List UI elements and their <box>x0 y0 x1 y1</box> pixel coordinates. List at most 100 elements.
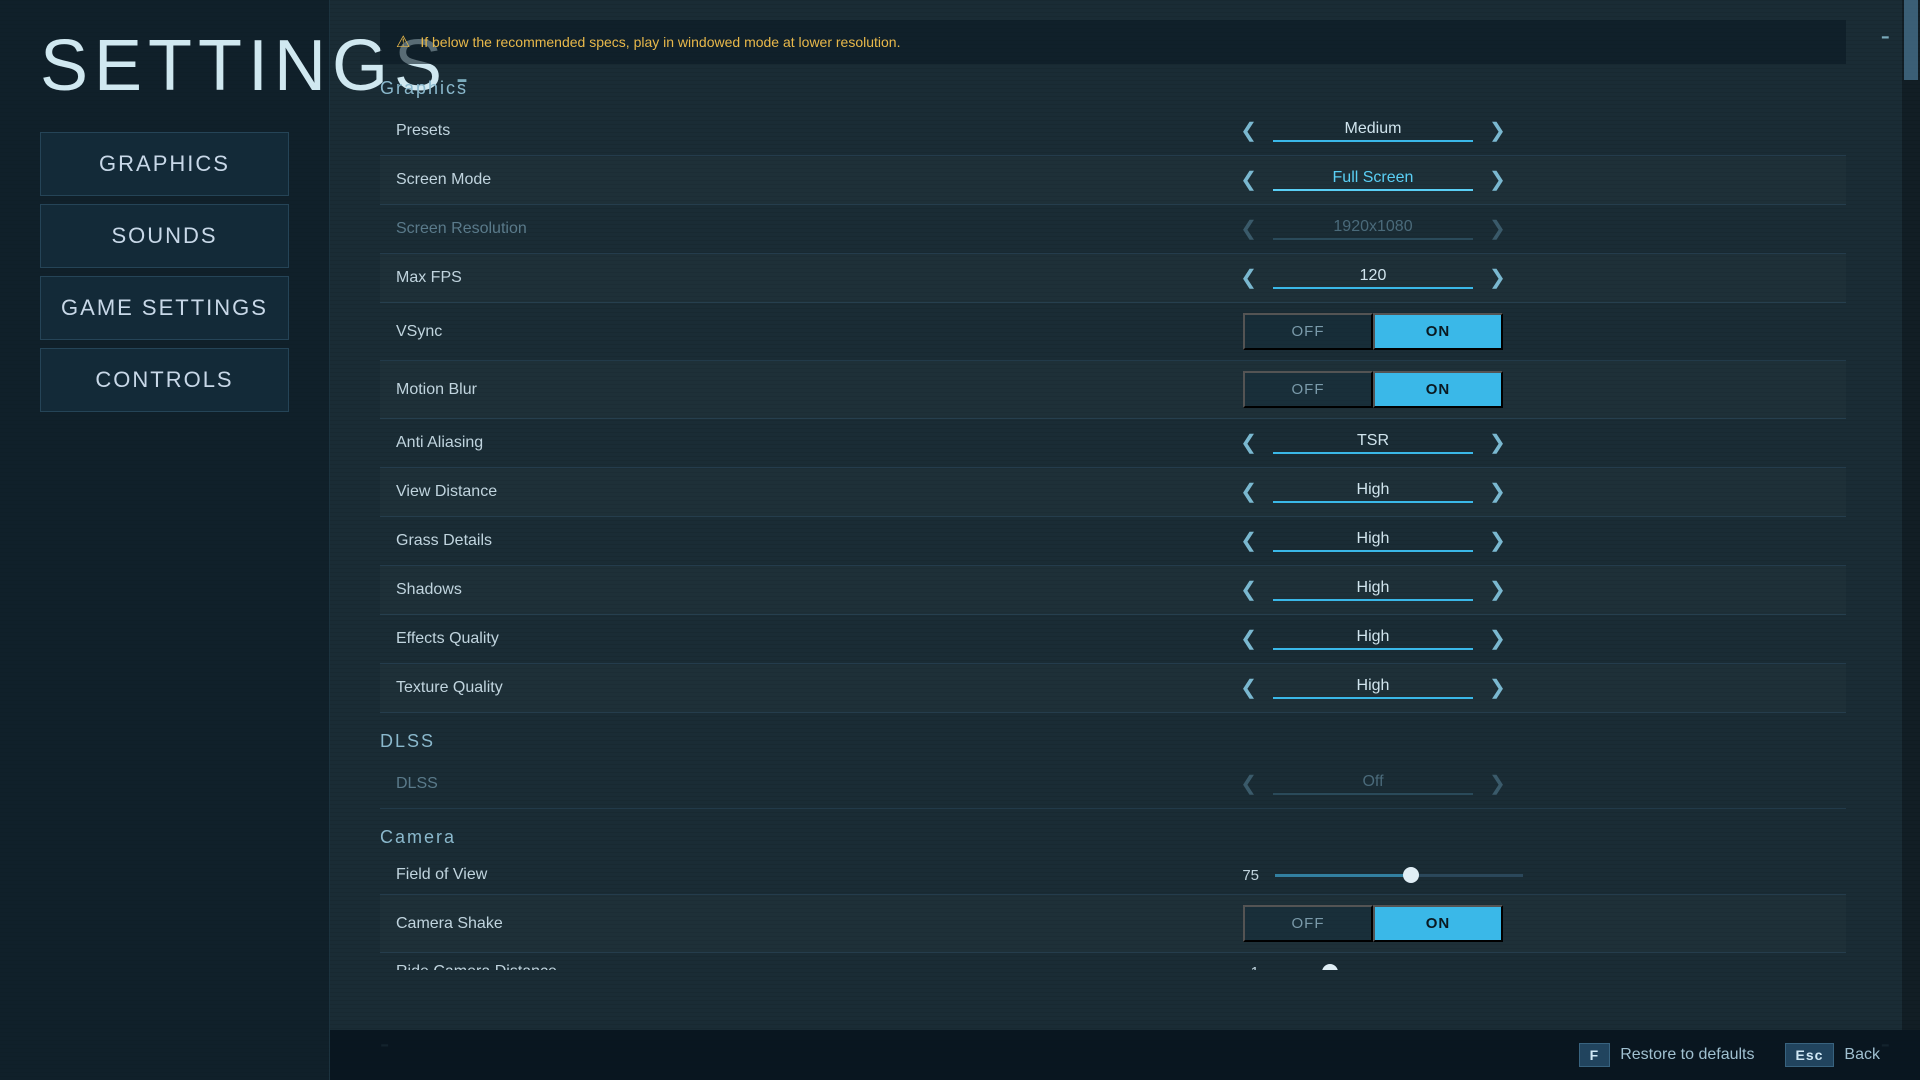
setting-value-shadows: High <box>1273 579 1473 601</box>
table-row: DLSS ❮ Off ❯ <box>380 760 1846 809</box>
fov-value: 75 <box>1223 867 1259 884</box>
sidebar-item-controls[interactable]: Controls <box>40 348 289 412</box>
toggle-off-motion-blur[interactable]: OFF <box>1243 371 1373 408</box>
arrow-right-max-fps[interactable]: ❯ <box>1481 264 1514 292</box>
setting-name-vsync: VSync <box>380 303 900 361</box>
sidebar-item-graphics[interactable]: Graphics <box>40 132 289 196</box>
arrow-left-screen-resolution: ❮ <box>1232 215 1265 243</box>
corner-decoration-tr: - <box>1881 20 1890 52</box>
setting-value-effects-quality: High <box>1273 628 1473 650</box>
setting-control-vsync: OFF ON <box>900 303 1846 361</box>
setting-name-anti-aliasing: Anti Aliasing <box>380 419 900 468</box>
fov-slider-track[interactable] <box>1275 874 1523 877</box>
toggle-on-camera-shake[interactable]: ON <box>1373 905 1503 942</box>
setting-name-effects-quality: Effects Quality <box>380 615 900 664</box>
sidebar: SETTINGS- Graphics Sounds Game Settings … <box>0 0 330 1080</box>
warning-text: If below the recommended specs, play in … <box>420 34 900 50</box>
setting-name-shadows: Shadows <box>380 566 900 615</box>
arrow-left-presets[interactable]: ❮ <box>1232 117 1265 145</box>
arrow-left-shadows[interactable]: ❮ <box>1232 576 1265 604</box>
toggle-off-vsync[interactable]: OFF <box>1243 313 1373 350</box>
section-header-dlss: DLSS <box>380 725 1846 758</box>
setting-name-screen-mode: Screen Mode <box>380 156 900 205</box>
arrow-right-screen-mode[interactable]: ❯ <box>1481 166 1514 194</box>
section-header-camera: Camera <box>380 821 1846 854</box>
restore-defaults-action[interactable]: F Restore to defaults <box>1579 1043 1755 1067</box>
setting-value-presets: Medium <box>1273 120 1473 142</box>
back-action[interactable]: Esc Back <box>1785 1043 1881 1067</box>
scrollbar[interactable] <box>1902 0 1920 1030</box>
toggle-on-vsync[interactable]: ON <box>1373 313 1503 350</box>
sidebar-item-game-settings[interactable]: Game Settings <box>40 276 289 340</box>
setting-control-screen-resolution: ❮ 1920x1080 ❯ <box>900 205 1846 254</box>
scroll-thumb[interactable] <box>1904 0 1918 80</box>
setting-control-fov: 75 <box>900 856 1846 895</box>
restore-defaults-label: Restore to defaults <box>1620 1046 1754 1064</box>
footer-bar: F Restore to defaults Esc Back <box>330 1030 1920 1080</box>
arrow-left-anti-aliasing[interactable]: ❮ <box>1232 429 1265 457</box>
setting-name-fov: Field of View <box>380 856 900 895</box>
arrow-left-view-distance[interactable]: ❮ <box>1232 478 1265 506</box>
table-row: Presets ❮ Medium ❯ <box>380 107 1846 156</box>
toggle-on-motion-blur[interactable]: ON <box>1373 371 1503 408</box>
setting-value-screen-mode: Full Screen <box>1273 169 1473 191</box>
table-row: Field of View 75 <box>380 856 1846 895</box>
setting-value-anti-aliasing: TSR <box>1273 432 1473 454</box>
settings-content: ⚠ If below the recommended specs, play i… <box>380 20 1870 970</box>
table-row: Shadows ❮ High ❯ <box>380 566 1846 615</box>
table-row: Effects Quality ❮ High ❯ <box>380 615 1846 664</box>
warning-icon: ⚠ <box>396 32 410 52</box>
arrow-right-shadows[interactable]: ❯ <box>1481 576 1514 604</box>
arrow-right-dlss: ❯ <box>1481 770 1514 798</box>
dlss-settings-table: DLSS ❮ Off ❯ <box>380 760 1846 809</box>
setting-name-texture-quality: Texture Quality <box>380 664 900 713</box>
ride-camera-value: 1 <box>1223 964 1259 971</box>
arrow-right-presets[interactable]: ❯ <box>1481 117 1514 145</box>
arrow-right-anti-aliasing[interactable]: ❯ <box>1481 429 1514 457</box>
table-row: View Distance ❮ High ❯ <box>380 468 1846 517</box>
warning-banner: ⚠ If below the recommended specs, play i… <box>380 20 1846 64</box>
setting-name-ride-camera-distance: Ride Camera Distance <box>380 953 900 971</box>
sidebar-item-sounds[interactable]: Sounds <box>40 204 289 268</box>
setting-value-max-fps: 120 <box>1273 267 1473 289</box>
setting-value-texture-quality: High <box>1273 677 1473 699</box>
setting-control-max-fps: ❮ 120 ❯ <box>900 254 1846 303</box>
setting-control-presets: ❮ Medium ❯ <box>900 107 1846 156</box>
setting-control-dlss: ❮ Off ❯ <box>900 760 1846 809</box>
table-row: Motion Blur OFF ON <box>380 361 1846 419</box>
toggle-off-camera-shake[interactable]: OFF <box>1243 905 1373 942</box>
setting-control-texture-quality: ❮ High ❯ <box>900 664 1846 713</box>
arrow-left-effects-quality[interactable]: ❮ <box>1232 625 1265 653</box>
camera-settings-table: Field of View 75 <box>380 856 1846 970</box>
arrow-left-max-fps[interactable]: ❮ <box>1232 264 1265 292</box>
arrow-right-effects-quality[interactable]: ❯ <box>1481 625 1514 653</box>
back-key-badge: Esc <box>1785 1043 1835 1067</box>
setting-control-grass-details: ❮ High ❯ <box>900 517 1846 566</box>
table-row: Screen Resolution ❮ 1920x1080 ❯ <box>380 205 1846 254</box>
setting-control-ride-camera-distance: 1 <box>900 953 1846 971</box>
setting-name-motion-blur: Motion Blur <box>380 361 900 419</box>
arrow-left-screen-mode[interactable]: ❮ <box>1232 166 1265 194</box>
arrow-left-dlss: ❮ <box>1232 770 1265 798</box>
arrow-left-texture-quality[interactable]: ❮ <box>1232 674 1265 702</box>
arrow-left-grass-details[interactable]: ❮ <box>1232 527 1265 555</box>
setting-name-grass-details: Grass Details <box>380 517 900 566</box>
setting-value-screen-resolution: 1920x1080 <box>1273 218 1473 240</box>
setting-name-dlss: DLSS <box>380 760 900 809</box>
arrow-right-grass-details[interactable]: ❯ <box>1481 527 1514 555</box>
table-row: Max FPS ❮ 120 ❯ <box>380 254 1846 303</box>
arrow-right-texture-quality[interactable]: ❯ <box>1481 674 1514 702</box>
setting-name-camera-shake: Camera Shake <box>380 895 900 953</box>
section-header-graphics: Graphics <box>380 72 1846 105</box>
settings-page: SETTINGS- Graphics Sounds Game Settings … <box>0 0 1920 1080</box>
table-row: Anti Aliasing ❮ TSR ❯ <box>380 419 1846 468</box>
page-title: SETTINGS- <box>40 30 289 102</box>
table-row: VSync OFF ON <box>380 303 1846 361</box>
setting-value-grass-details: High <box>1273 530 1473 552</box>
arrow-right-view-distance[interactable]: ❯ <box>1481 478 1514 506</box>
table-row: Camera Shake OFF ON <box>380 895 1846 953</box>
setting-control-anti-aliasing: ❮ TSR ❯ <box>900 419 1846 468</box>
setting-name-presets: Presets <box>380 107 900 156</box>
setting-control-camera-shake: OFF ON <box>900 895 1846 953</box>
setting-control-effects-quality: ❮ High ❯ <box>900 615 1846 664</box>
